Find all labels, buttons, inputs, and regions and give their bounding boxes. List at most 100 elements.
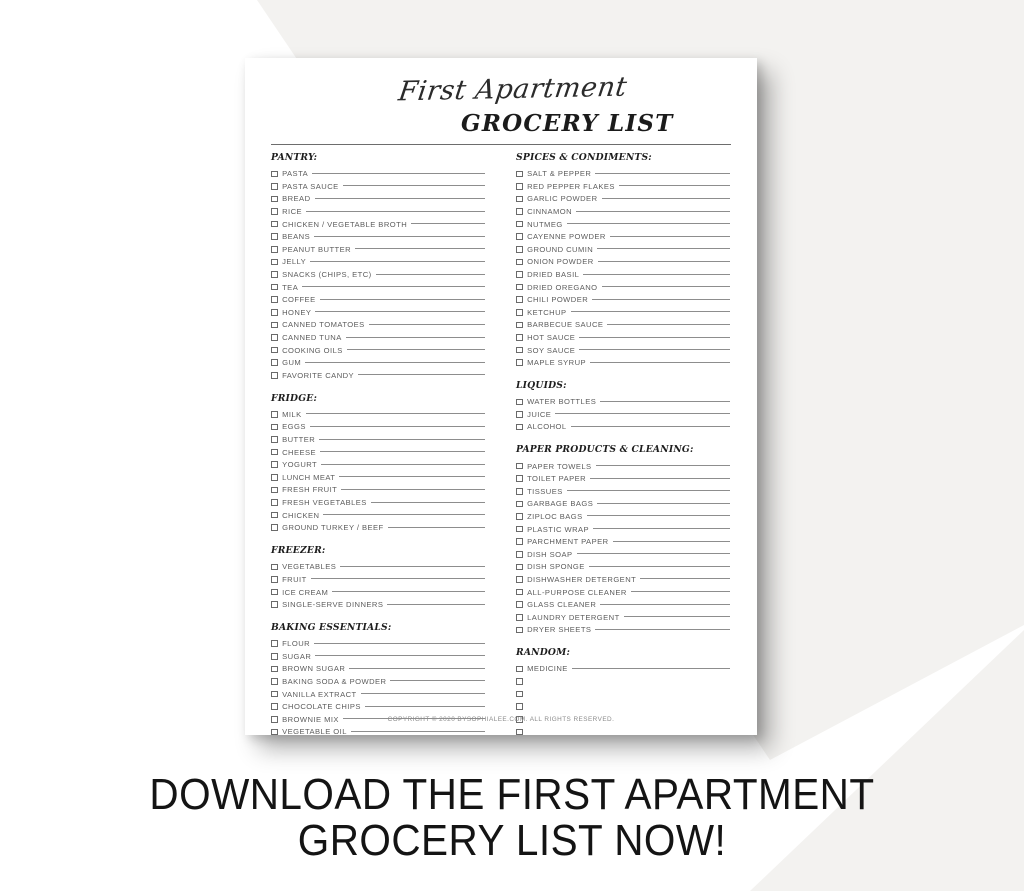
checkbox-icon[interactable] bbox=[516, 550, 523, 558]
checkbox-icon[interactable] bbox=[271, 524, 278, 532]
checkbox-icon[interactable] bbox=[516, 665, 523, 673]
checklist-row[interactable]: FRUIT bbox=[271, 573, 485, 586]
checkbox-icon[interactable] bbox=[271, 359, 278, 366]
checkbox-icon[interactable] bbox=[516, 487, 523, 495]
checklist-row[interactable]: KETCHUP bbox=[516, 306, 730, 319]
checkbox-icon[interactable] bbox=[271, 283, 278, 291]
checkbox-icon[interactable] bbox=[271, 601, 278, 608]
checklist-row[interactable]: SINGLE-SERVE DINNERS bbox=[271, 598, 485, 611]
checklist-row[interactable]: SUGAR bbox=[271, 650, 485, 663]
checkbox-icon[interactable] bbox=[516, 309, 523, 316]
checkbox-icon[interactable] bbox=[271, 728, 278, 736]
checkbox-icon[interactable] bbox=[271, 321, 278, 329]
checklist-row[interactable]: SOY SAUCE bbox=[516, 344, 730, 357]
checklist-row[interactable]: PLASTIC WRAP bbox=[516, 523, 730, 536]
checklist-row[interactable]: LUNCH MEAT bbox=[271, 471, 485, 484]
checkbox-icon[interactable] bbox=[516, 220, 523, 228]
checklist-row[interactable]: ZIPLOC BAGS bbox=[516, 510, 730, 523]
checkbox-icon[interactable] bbox=[516, 208, 523, 215]
checklist-row[interactable]: BARBECUE SAUCE bbox=[516, 319, 730, 332]
checklist-row[interactable]: JELLY bbox=[271, 256, 485, 269]
checklist-row[interactable]: ONION POWDER bbox=[516, 256, 730, 269]
checklist-row[interactable]: COOKING OILS bbox=[271, 344, 485, 357]
checkbox-icon[interactable] bbox=[516, 233, 523, 241]
checklist-row[interactable]: GLASS CLEANER bbox=[516, 598, 730, 611]
checklist-row[interactable]: ALCOHOL bbox=[516, 421, 730, 434]
checklist-row[interactable]: TOILET PAPER bbox=[516, 472, 730, 485]
checklist-row[interactable]: PEANUT BUTTER bbox=[271, 243, 485, 256]
checklist-row[interactable]: PASTA bbox=[271, 168, 485, 181]
checklist-row[interactable]: YOGURT bbox=[271, 458, 485, 471]
checklist-row[interactable]: GROUND CUMIN bbox=[516, 243, 730, 256]
checklist-row[interactable]: CAYENNE POWDER bbox=[516, 230, 730, 243]
checkbox-icon[interactable] bbox=[516, 475, 523, 482]
checklist-row[interactable]: CHEESE bbox=[271, 446, 485, 459]
checkbox-icon[interactable] bbox=[516, 246, 523, 253]
checkbox-icon[interactable] bbox=[516, 601, 523, 608]
checklist-row[interactable]: BUTTER bbox=[271, 433, 485, 446]
checklist-row[interactable]: BAKING SODA & POWDER bbox=[271, 675, 485, 688]
checklist-row[interactable]: BROWN SUGAR bbox=[271, 663, 485, 676]
checklist-row[interactable]: RICE bbox=[271, 205, 485, 218]
checkbox-icon[interactable] bbox=[271, 653, 278, 660]
checklist-row[interactable]: GARLIC POWDER bbox=[516, 193, 730, 206]
checkbox-icon[interactable] bbox=[271, 372, 278, 379]
checkbox-icon[interactable] bbox=[516, 500, 523, 508]
checkbox-icon[interactable] bbox=[271, 436, 278, 443]
checklist-row[interactable]: CANNED TOMATOES bbox=[271, 319, 485, 332]
checkbox-icon[interactable] bbox=[516, 588, 523, 596]
checkbox-icon[interactable] bbox=[271, 296, 278, 304]
checkbox-icon[interactable] bbox=[516, 398, 523, 406]
checkbox-icon[interactable] bbox=[271, 576, 278, 583]
checkbox-icon[interactable] bbox=[271, 233, 278, 241]
checkbox-icon[interactable] bbox=[271, 411, 278, 418]
checklist-row[interactable]: PARCHMENT PAPER bbox=[516, 535, 730, 548]
checkbox-icon[interactable] bbox=[271, 486, 278, 494]
checklist-row[interactable]: VEGETABLES bbox=[271, 561, 485, 574]
checkbox-icon[interactable] bbox=[271, 511, 278, 519]
checklist-row[interactable]: WATER BOTTLES bbox=[516, 396, 730, 409]
checkbox-icon[interactable] bbox=[271, 588, 278, 596]
checkbox-icon[interactable] bbox=[516, 359, 523, 366]
checklist-row[interactable]: RED PEPPER FLAKES bbox=[516, 180, 730, 193]
checkbox-icon[interactable] bbox=[271, 334, 278, 341]
checklist-row[interactable]: JUICE bbox=[516, 408, 730, 421]
checklist-row[interactable]: PAPER TOWELS bbox=[516, 460, 730, 473]
checklist-row[interactable]: SALT & PEPPER bbox=[516, 168, 730, 181]
checkbox-icon[interactable] bbox=[271, 346, 278, 354]
checkbox-icon[interactable] bbox=[516, 525, 523, 533]
checkbox-icon[interactable] bbox=[271, 271, 278, 278]
checkbox-icon[interactable] bbox=[271, 258, 278, 266]
checkbox-icon[interactable] bbox=[271, 448, 278, 456]
checklist-row[interactable]: TEA bbox=[271, 281, 485, 294]
checkbox-icon[interactable] bbox=[271, 170, 278, 178]
checklist-row[interactable]: CHICKEN / VEGETABLE BROTH bbox=[271, 218, 485, 231]
checklist-row[interactable] bbox=[516, 726, 730, 739]
checklist-row[interactable]: CHILI POWDER bbox=[516, 293, 730, 306]
checkbox-icon[interactable] bbox=[516, 423, 523, 431]
checklist-row[interactable]: BEANS bbox=[271, 230, 485, 243]
checklist-row[interactable]: CANNED TUNA bbox=[271, 331, 485, 344]
checkbox-icon[interactable] bbox=[516, 334, 523, 341]
checkbox-icon[interactable] bbox=[516, 170, 523, 178]
checkbox-icon[interactable] bbox=[271, 195, 278, 203]
checklist-row[interactable]: GUM bbox=[271, 356, 485, 369]
checklist-row[interactable]: PASTA SAUCE bbox=[271, 180, 485, 193]
checkbox-icon[interactable] bbox=[516, 258, 523, 266]
checkbox-icon[interactable] bbox=[516, 626, 523, 634]
checkbox-icon[interactable] bbox=[271, 640, 278, 647]
checkbox-icon[interactable] bbox=[516, 283, 523, 291]
checklist-row[interactable]: ICE CREAM bbox=[271, 586, 485, 599]
checklist-row[interactable]: FRESH FRUIT bbox=[271, 484, 485, 497]
checkbox-icon[interactable] bbox=[271, 678, 278, 685]
checklist-row[interactable]: DISH SPONGE bbox=[516, 561, 730, 574]
checkbox-icon[interactable] bbox=[271, 703, 278, 710]
checklist-row[interactable]: CHOCOLATE CHIPS bbox=[271, 700, 485, 713]
checklist-row[interactable]: MAPLE SYRUP bbox=[516, 356, 730, 369]
checklist-row[interactable]: DRIED OREGANO bbox=[516, 281, 730, 294]
checkbox-icon[interactable] bbox=[271, 208, 278, 215]
checklist-row[interactable]: BREAD bbox=[271, 193, 485, 206]
checklist-row[interactable]: HONEY bbox=[271, 306, 485, 319]
checkbox-icon[interactable] bbox=[271, 220, 278, 228]
checkbox-icon[interactable] bbox=[516, 678, 523, 685]
